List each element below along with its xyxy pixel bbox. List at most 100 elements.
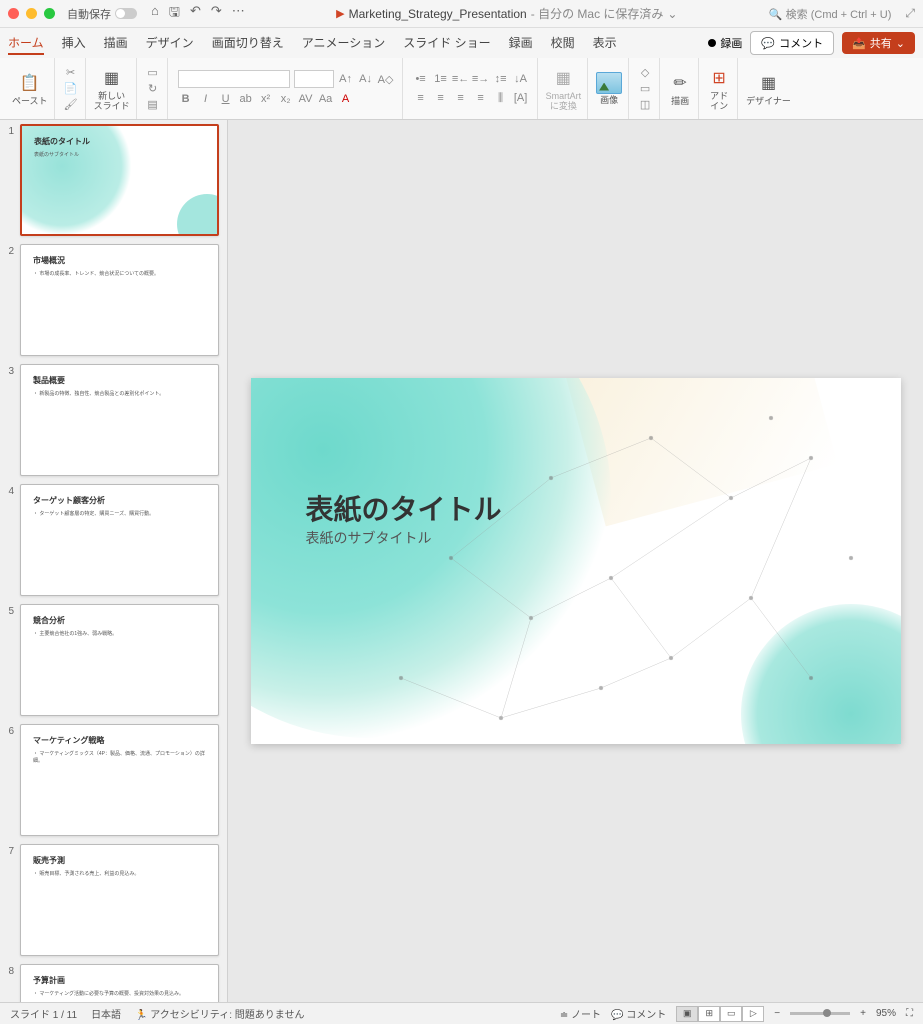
strike-icon[interactable]: ab <box>238 91 254 107</box>
highlight-icon[interactable]: AV <box>298 91 314 107</box>
minimize-window-icon[interactable] <box>26 8 37 19</box>
tab-draw[interactable]: 描画 <box>104 32 128 55</box>
zoom-in-icon[interactable]: + <box>860 1008 866 1019</box>
tab-view[interactable]: 表示 <box>593 32 617 55</box>
expand-ribbon-icon[interactable]: ⤢ <box>905 6 915 21</box>
slide-counter[interactable]: スライド 1 / 11 <box>10 1006 77 1021</box>
comments-button[interactable]: 💬 コメント <box>611 1006 666 1021</box>
accessibility-status[interactable]: 🏃 アクセシビリティ: 問題ありません <box>135 1006 304 1021</box>
ribbon: 📋 ペースト ✂ 📄 🖌 ▦ 新しい スライド ▭ ↻ ▤ A↑ A↓ A◇ B… <box>0 58 923 120</box>
autosave-toggle[interactable]: 自動保存 <box>67 6 137 22</box>
slide-thumbnail-5[interactable]: 競合分析 ・ 主要競合他社の1強み、弱み戦略。 <box>20 604 219 716</box>
shapes-icon[interactable]: ◇ <box>637 65 653 81</box>
clear-format-icon[interactable]: A◇ <box>378 71 394 87</box>
redo-icon[interactable]: ↷ <box>211 3 222 25</box>
more-icon[interactable]: ⋯ <box>232 3 245 25</box>
align-left-icon[interactable]: ≡ <box>413 90 429 106</box>
slide-subtitle[interactable]: 表紙のサブタイトル <box>306 528 432 548</box>
normal-view-icon[interactable]: ▣ <box>676 1006 698 1022</box>
comment-button[interactable]: 💬コメント <box>750 31 834 55</box>
copy-icon[interactable]: 📄 <box>63 81 79 97</box>
language-indicator[interactable]: 日本語 <box>91 1006 121 1021</box>
tab-review[interactable]: 校閲 <box>551 32 575 55</box>
tab-transition[interactable]: 画面切り替え <box>212 32 284 55</box>
paste-group[interactable]: 📋 ペースト <box>6 58 55 119</box>
section-icon[interactable]: ▤ <box>145 97 161 113</box>
textbox-icon[interactable]: ▭ <box>637 81 653 97</box>
superscript-icon[interactable]: x² <box>258 91 274 107</box>
layout-icon[interactable]: ▭ <box>145 65 161 81</box>
record-button[interactable]: 録画 <box>708 35 742 51</box>
tab-record[interactable]: 録画 <box>509 32 533 55</box>
slide-canvas-area[interactable]: 表紙のタイトル 表紙のサブタイトル <box>228 120 923 1002</box>
numbering-icon[interactable]: 1≡ <box>433 71 449 87</box>
slide-thumbnail-1[interactable]: 表紙のタイトル 表紙のサブタイトル <box>20 124 219 236</box>
home-icon[interactable]: ⌂ <box>151 3 159 25</box>
italic-icon[interactable]: I <box>198 91 214 107</box>
cut-icon[interactable]: ✂ <box>63 65 79 81</box>
thumb-number: 2 <box>4 244 14 356</box>
justify-icon[interactable]: ≡ <box>473 90 489 106</box>
current-slide[interactable]: 表紙のタイトル 表紙のサブタイトル <box>251 378 901 744</box>
slide-thumbnail-6[interactable]: マーケティング戦略 ・ マーケティングミックス（4P：製品、価格、流通、プロモー… <box>20 724 219 836</box>
chevron-down-icon[interactable]: ⌄ <box>667 7 677 21</box>
tab-insert[interactable]: 挿入 <box>62 32 86 55</box>
designer-icon: ▦ <box>757 71 781 95</box>
share-button[interactable]: 📤共有⌄ <box>842 32 915 54</box>
font-size-select[interactable] <box>294 70 334 88</box>
text-direction-icon[interactable]: ↓A <box>513 71 529 87</box>
drawing-group[interactable]: ✏ 描画 <box>662 58 699 119</box>
maximize-window-icon[interactable] <box>44 8 55 19</box>
reset-icon[interactable]: ↻ <box>145 81 161 97</box>
reading-view-icon[interactable]: ▭ <box>720 1006 742 1022</box>
tab-design[interactable]: デザイン <box>146 32 194 55</box>
zoom-slider[interactable] <box>790 1012 850 1015</box>
slide-thumbnails-panel[interactable]: 1 表紙のタイトル 表紙のサブタイトル 2 市場概況 ・ 市場の成長率、トレンド… <box>0 120 228 1002</box>
document-title[interactable]: ▶ Marketing_Strategy_Presentation - 自分の … <box>251 5 763 22</box>
slideshow-view-icon[interactable]: ▷ <box>742 1006 764 1022</box>
underline-icon[interactable]: U <box>218 91 234 107</box>
increase-font-icon[interactable]: A↑ <box>338 71 354 87</box>
slide-thumbnail-4[interactable]: ターゲット顧客分析 ・ ターゲット顧客層の特定、購買ニーズ、購買行動。 <box>20 484 219 596</box>
bullets-icon[interactable]: •≡ <box>413 71 429 87</box>
linespacing-icon[interactable]: ↕≡ <box>493 71 509 87</box>
thumb-row: 8 予算計画 ・ マーケティング活動に必要な予算の概要、投資対効果の見込み。 <box>4 964 219 1002</box>
zoom-out-icon[interactable]: − <box>774 1008 780 1019</box>
undo-icon[interactable]: ↶ <box>190 3 201 25</box>
designer-group[interactable]: ▦ デザイナー <box>740 58 797 119</box>
picture-group[interactable]: 画像 <box>590 58 629 119</box>
align-right-icon[interactable]: ≡ <box>453 90 469 106</box>
sorter-view-icon[interactable]: ⊞ <box>698 1006 720 1022</box>
new-slide-group[interactable]: ▦ 新しい スライド <box>88 58 137 119</box>
addin-group[interactable]: ⊞ アド イン <box>701 58 738 119</box>
case-icon[interactable]: Aa <box>318 91 334 107</box>
notes-button[interactable]: ≐ ノート <box>560 1006 601 1021</box>
arrange-icon[interactable]: ◫ <box>637 97 653 113</box>
font-family-select[interactable] <box>178 70 290 88</box>
tab-home[interactable]: ホーム <box>8 32 44 55</box>
fit-window-icon[interactable]: ⛶ <box>906 1008 913 1019</box>
align-center-icon[interactable]: ≡ <box>433 90 449 106</box>
slide-title[interactable]: 表紙のタイトル <box>306 488 502 528</box>
outdent-icon[interactable]: ≡← <box>453 71 469 87</box>
search-field[interactable]: 🔍 検索 (Cmd + Ctrl + U) <box>769 6 892 22</box>
zoom-level[interactable]: 95% <box>876 1008 896 1019</box>
close-window-icon[interactable] <box>8 8 19 19</box>
tab-slideshow[interactable]: スライド ショー <box>403 32 490 55</box>
bold-icon[interactable]: B <box>178 91 194 107</box>
tab-animation[interactable]: アニメーション <box>302 32 386 55</box>
format-painter-icon[interactable]: 🖌 <box>63 97 79 113</box>
indent-icon[interactable]: ≡→ <box>473 71 489 87</box>
slide-thumbnail-8[interactable]: 予算計画 ・ マーケティング活動に必要な予算の概要、投資対効果の見込み。 <box>20 964 219 1002</box>
decrease-font-icon[interactable]: A↓ <box>358 71 374 87</box>
toggle-icon[interactable] <box>115 8 137 19</box>
smartart-group[interactable]: ▦ SmartArt に変換 <box>540 58 589 119</box>
subscript-icon[interactable]: x₂ <box>278 91 294 107</box>
align-text-icon[interactable]: [A] <box>513 90 529 106</box>
slide-thumbnail-3[interactable]: 製品概要 ・ 新製品の特徴、独自性、競合製品との差別化ポイント。 <box>20 364 219 476</box>
slide-thumbnail-7[interactable]: 販売予測 ・ 販売目標、予測される売上、利益の見込み。 <box>20 844 219 956</box>
columns-icon[interactable]: ⫼ <box>493 90 509 106</box>
slide-thumbnail-2[interactable]: 市場概況 ・ 市場の成長率、トレンド、競合状況についての概要。 <box>20 244 219 356</box>
save-icon[interactable]: 🖫 <box>169 3 180 25</box>
font-color-icon[interactable]: A <box>338 91 354 107</box>
